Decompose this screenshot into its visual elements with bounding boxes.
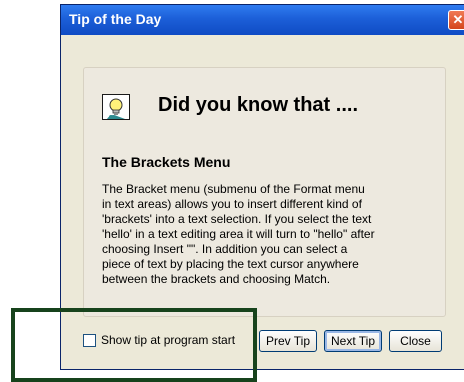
tip-body-line: 'hello' in a text editing area it will t… (102, 227, 375, 241)
titlebar: Tip of the Day ✕ (61, 5, 464, 35)
tip-body-line: The Bracket menu (submenu of the Format … (102, 182, 365, 196)
tip-body: The Bracket menu (submenu of the Format … (102, 182, 442, 287)
lightbulb-icon (102, 94, 130, 120)
close-icon: ✕ (452, 12, 464, 27)
tip-body-line: 'brackets' into a text selection. If you… (102, 212, 372, 226)
tip-body-line: between the brackets and choosing Match. (102, 272, 331, 286)
highlight-box (11, 308, 257, 382)
tip-panel: Did you know that .... The Brackets Menu… (83, 67, 446, 317)
window-title: Tip of the Day (69, 11, 162, 27)
next-tip-button[interactable]: Next Tip (324, 330, 382, 352)
tip-body-line: piece of text by placing the text cursor… (102, 257, 359, 271)
tip-body-line: in text areas) allows you to insert diff… (102, 197, 362, 211)
tip-body-line: choosing Insert "". In addition you can … (102, 242, 348, 256)
close-window-button[interactable]: ✕ (448, 10, 464, 30)
prev-tip-button[interactable]: Prev Tip (259, 330, 317, 352)
tip-headline: Did you know that .... (158, 94, 358, 116)
close-button[interactable]: Close (389, 330, 442, 352)
tip-heading: The Brackets Menu (102, 154, 231, 170)
